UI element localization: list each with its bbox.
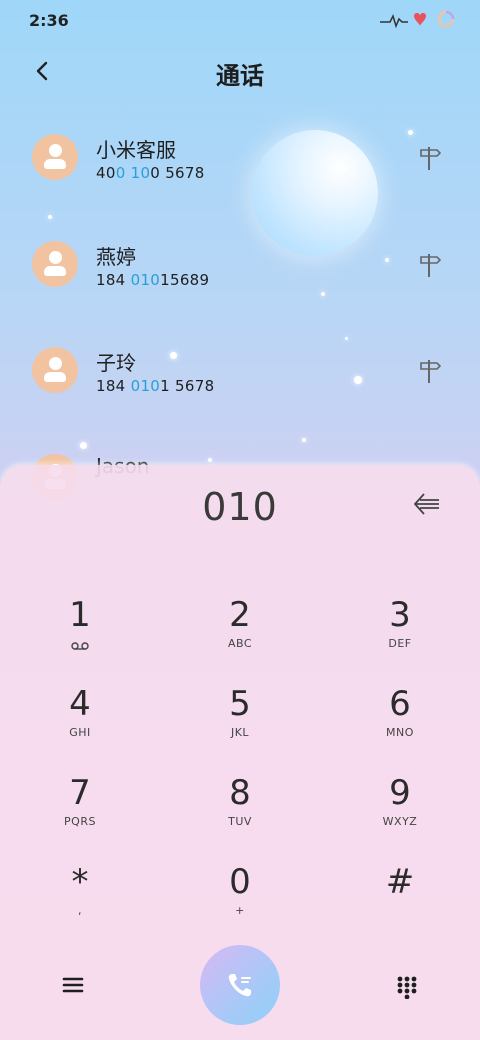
- key-0[interactable]: 0 +: [180, 862, 300, 942]
- signpost-icon[interactable]: [418, 251, 442, 279]
- backspace-icon[interactable]: [412, 491, 442, 517]
- contact-number: 184 01015689: [96, 271, 210, 289]
- signpost-icon[interactable]: [418, 357, 442, 385]
- call-button[interactable]: [200, 945, 280, 1025]
- key-hash[interactable]: #: [340, 862, 460, 942]
- voicemail-icon: [71, 642, 89, 650]
- heartbeat-icon: [380, 13, 426, 29]
- key-star[interactable]: * ,: [20, 862, 140, 942]
- key-2[interactable]: 2 ABC: [180, 595, 300, 675]
- avatar: [32, 134, 78, 180]
- header: 通话: [0, 52, 480, 92]
- key-4[interactable]: 4 GHI: [20, 684, 140, 764]
- key-6[interactable]: 6 MNO: [340, 684, 460, 764]
- key-5[interactable]: 5 JKL: [180, 684, 300, 764]
- key-3[interactable]: 3 DEF: [340, 595, 460, 675]
- dialer-panel: 010 1 2 ABC 3 DEF 4 GHI 5 JKL 6 MNO 7 PQ…: [0, 465, 480, 1040]
- contact-name: 子玲: [96, 351, 136, 375]
- key-8[interactable]: 8 TUV: [180, 773, 300, 853]
- contact-item[interactable]: 小米客服 400 100 5678: [0, 120, 480, 220]
- status-time: 2:36: [29, 11, 69, 30]
- contact-name: 燕婷: [96, 245, 136, 269]
- phone-call-icon: [228, 974, 251, 997]
- contact-item[interactable]: 子玲 184 0101 5678: [0, 333, 480, 433]
- contact-name: 小米客服: [96, 138, 176, 162]
- status-icons: [380, 8, 456, 30]
- bottom-bar: [0, 945, 480, 1025]
- key-9[interactable]: 9 WXYZ: [340, 773, 460, 853]
- menu-icon[interactable]: [62, 975, 84, 995]
- dial-input[interactable]: 010: [0, 485, 480, 529]
- contact-number: 400 100 5678: [96, 164, 205, 182]
- status-bar: 2:36: [0, 0, 480, 40]
- contact-number: 184 0101 5678: [96, 377, 215, 395]
- keypad-grid-icon[interactable]: [396, 975, 418, 999]
- key-7[interactable]: 7 PQRS: [20, 773, 140, 853]
- contact-item[interactable]: 燕婷 184 01015689: [0, 227, 480, 327]
- avatar: [32, 347, 78, 393]
- page-title: 通话: [216, 62, 264, 90]
- signpost-icon[interactable]: [418, 144, 442, 172]
- avatar: [32, 241, 78, 287]
- key-1[interactable]: 1: [20, 595, 140, 675]
- battery-ring-icon: [437, 10, 455, 28]
